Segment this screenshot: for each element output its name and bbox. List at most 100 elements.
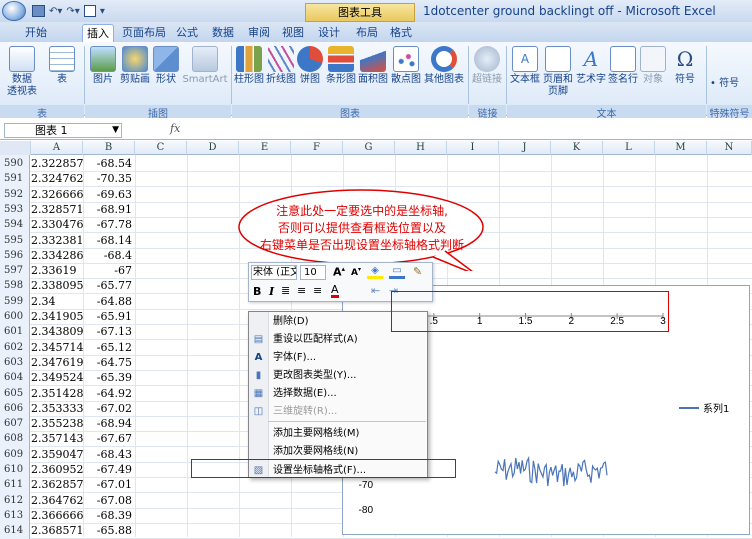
ribbon-divider: [706, 46, 707, 104]
tab-data[interactable]: 数据: [208, 24, 238, 42]
y-tick-label: -70: [359, 480, 374, 491]
rotate-3d-icon: ◫: [253, 406, 264, 417]
column-header-a[interactable]: A: [31, 141, 83, 155]
context-menu-item[interactable]: ▮ 更改图表类型(Y)...: [249, 367, 427, 385]
object-button[interactable]: 对象: [639, 46, 667, 86]
other-charts-button[interactable]: 其他图表: [423, 46, 465, 86]
fill-color-icon[interactable]: ◈: [367, 265, 383, 279]
font-color-icon[interactable]: A: [331, 284, 339, 298]
context-menu-item[interactable]: ▤ 重设以匹配样式(A): [249, 331, 427, 349]
font-size-box[interactable]: 10: [300, 265, 326, 280]
align-right-icon[interactable]: ≡: [313, 284, 322, 297]
tab-page-layout[interactable]: 页面布局: [118, 24, 170, 42]
object-icon: [640, 46, 666, 72]
cell-b[interactable]: -65.88: [90, 522, 132, 539]
tab-insert[interactable]: 插入: [82, 24, 114, 42]
smartart-icon: [192, 46, 218, 72]
tab-design[interactable]: 设计: [314, 24, 344, 42]
pie-chart-button[interactable]: 饼图: [297, 46, 323, 86]
column-header-h[interactable]: H: [395, 141, 447, 155]
font-name-box[interactable]: 宋体 (正文: [251, 265, 297, 280]
column-header-d[interactable]: D: [187, 141, 239, 155]
ribbon-divider: [468, 46, 469, 104]
smartart-button[interactable]: SmartArt: [182, 46, 228, 86]
redo-icon[interactable]: ↷▾: [66, 6, 79, 17]
area-chart-button[interactable]: 面积图: [357, 46, 389, 86]
column-header-b[interactable]: B: [83, 141, 135, 155]
row-number[interactable]: 614: [0, 522, 30, 539]
column-header-l[interactable]: L: [603, 141, 655, 155]
tab-layout[interactable]: 布局: [352, 24, 382, 42]
align-center-icon[interactable]: ≣: [281, 284, 290, 297]
undo-icon[interactable]: ↶▾: [49, 6, 62, 17]
quick-access-toolbar: ↶▾ ↷▾ ▾: [32, 3, 105, 19]
chart-type-icon: ▮: [255, 370, 262, 381]
align-left-icon[interactable]: ≡: [297, 284, 306, 297]
column-chart-icon: [236, 46, 262, 72]
clip-art-button[interactable]: 剪贴画: [118, 46, 152, 86]
customize-qat-icon[interactable]: ▾: [100, 6, 105, 17]
context-menu-item[interactable]: A 字体(F)...: [249, 349, 427, 367]
context-menu-item[interactable]: ▦ 选择数据(E)...: [249, 385, 427, 403]
decrease-indent-icon[interactable]: ⇤: [371, 284, 380, 297]
fx-icon[interactable]: fx: [170, 122, 180, 135]
chevron-down-icon[interactable]: ▼: [112, 124, 119, 137]
context-menu-item[interactable]: ◫ 三维旋转(R)...: [249, 403, 427, 421]
column-header-g[interactable]: G: [343, 141, 395, 155]
print-preview-icon[interactable]: [83, 5, 96, 17]
select-all-corner[interactable]: [0, 141, 31, 155]
column-chart-button[interactable]: 柱形图: [233, 46, 265, 86]
text-box-icon: A: [512, 46, 538, 72]
column-header-k[interactable]: K: [551, 141, 603, 155]
annotation-text: 注意此处一定要选中的是坐标轴, 否则可以提供查看框选位置以及 右键菜单是否出现设…: [242, 203, 482, 254]
scatter-chart-button[interactable]: 散点图: [389, 46, 423, 86]
context-menu-item[interactable]: 添加主要网格线(M): [249, 425, 427, 443]
tab-formulas[interactable]: 公式: [172, 24, 202, 42]
annotation-line-1: 注意此处一定要选中的是坐标轴,: [276, 204, 448, 218]
column-header-c[interactable]: C: [135, 141, 187, 155]
column-header-j[interactable]: J: [499, 141, 551, 155]
text-box-button[interactable]: A 文本框: [509, 46, 541, 86]
cell-a[interactable]: 2.368571: [31, 522, 84, 539]
column-header-i[interactable]: I: [447, 141, 499, 155]
pivot-table-icon: [9, 46, 35, 72]
context-menu-item-label: 更改图表类型(Y)...: [273, 370, 357, 381]
bar-chart-button[interactable]: 条形图: [325, 46, 357, 86]
italic-icon[interactable]: I: [269, 285, 274, 298]
column-header-m[interactable]: M: [655, 141, 707, 155]
area-chart-icon: [360, 46, 386, 72]
table-icon: [49, 46, 75, 72]
grow-font-icon[interactable]: A▴: [333, 265, 345, 279]
series-line: [494, 455, 608, 487]
column-header-f[interactable]: F: [291, 141, 343, 155]
office-button[interactable]: [2, 1, 26, 21]
clip-art-icon: [122, 46, 148, 72]
column-header-e[interactable]: E: [239, 141, 291, 155]
shapes-button[interactable]: 形状: [152, 46, 180, 86]
group-label-tables: 表: [0, 105, 84, 120]
tab-format[interactable]: 格式: [386, 24, 416, 42]
line-chart-icon: [268, 46, 294, 72]
header-footer-button[interactable]: 页眉和 页脚: [541, 46, 575, 98]
outline-color-icon[interactable]: ▭: [389, 265, 405, 279]
hyperlink-button[interactable]: 超链接: [470, 46, 504, 86]
special-symbol-button[interactable]: • 符号: [710, 78, 752, 90]
tab-review[interactable]: 审阅: [244, 24, 274, 42]
table-button[interactable]: 表: [48, 46, 76, 86]
bold-icon[interactable]: B: [253, 285, 261, 298]
column-header-n[interactable]: N: [707, 141, 752, 155]
format-painter-icon[interactable]: ✎: [413, 265, 422, 278]
line-chart-button[interactable]: 折线图: [265, 46, 297, 86]
pie-chart-icon: [297, 46, 323, 72]
name-box[interactable]: 图表 1 ▼: [4, 123, 122, 138]
shrink-font-icon[interactable]: A▾: [351, 266, 361, 278]
pivot-table-button[interactable]: 数据 透视表: [6, 46, 38, 98]
wordart-button[interactable]: A 艺术字: [575, 46, 607, 86]
picture-button[interactable]: 图片: [88, 46, 118, 86]
symbol-button[interactable]: Ω 符号: [670, 46, 700, 86]
signature-line-button[interactable]: 签名行: [607, 46, 639, 86]
save-icon[interactable]: [32, 5, 45, 17]
tab-view[interactable]: 视图: [278, 24, 308, 42]
tab-home[interactable]: 开始: [18, 24, 54, 42]
legend-label: 系列1: [703, 402, 729, 415]
